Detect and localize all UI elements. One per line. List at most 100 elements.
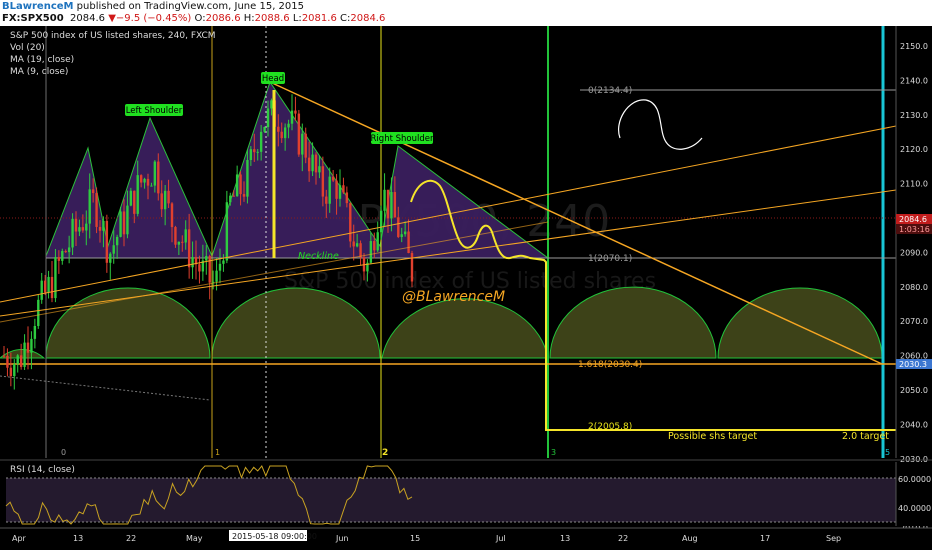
candle-body xyxy=(191,257,194,268)
candle-body xyxy=(112,245,115,254)
fib-label-0: 0(2134.4) xyxy=(588,86,632,96)
price-tick-10: 2050.0 xyxy=(900,386,928,395)
time-tick-3: May xyxy=(186,534,203,543)
candle-body xyxy=(9,367,13,377)
symbol-label[interactable]: FX:SPX500 xyxy=(2,13,64,24)
author-handle: @BLawrenceM xyxy=(402,289,505,305)
price-tick-7: 2080.0 xyxy=(900,283,928,292)
candle-body xyxy=(43,280,47,293)
low-value: 2081.6 xyxy=(301,13,337,24)
legend-vol[interactable]: Vol (20) xyxy=(10,43,45,53)
candle-body xyxy=(126,205,129,235)
price-tick-2: 2130.0 xyxy=(900,111,928,120)
legend-title: S&P 500 index of US listed shares, 240, … xyxy=(10,31,216,41)
cycle-number-5: 5 xyxy=(885,448,890,457)
candle-body xyxy=(218,263,222,271)
time-tick-7: 15 xyxy=(410,534,420,543)
candle-body xyxy=(2,355,6,357)
candle-body xyxy=(157,161,160,194)
candle-body xyxy=(88,189,91,224)
candle-body xyxy=(222,260,225,264)
candle-body xyxy=(91,189,95,194)
candle-body xyxy=(26,342,30,353)
candle-body xyxy=(16,355,19,364)
price-tick-11: 2040.0 xyxy=(900,420,928,429)
right-shoulder-label: Right Shoulder xyxy=(371,134,434,144)
head-label: Head xyxy=(262,74,284,84)
candle-body xyxy=(215,270,218,282)
candle-body xyxy=(23,342,26,367)
price-tick-4: 2110.0 xyxy=(900,180,928,189)
candle-body xyxy=(109,253,112,263)
left-shoulder-label: Left Shoulder xyxy=(126,106,183,116)
cycle-number-2: 2 xyxy=(382,448,388,458)
candle-body xyxy=(54,257,57,299)
time-tick-1: 13 xyxy=(73,534,83,543)
candle-body xyxy=(266,108,270,127)
crosshair-time-label: 2015-05-18 09:00:00 xyxy=(232,532,317,541)
candle-body xyxy=(61,251,64,261)
candle-body xyxy=(160,193,163,210)
candle-body xyxy=(129,190,133,206)
close-label: C: xyxy=(340,13,351,24)
candle-body xyxy=(304,133,307,158)
legend-ma1[interactable]: MA (19, close) xyxy=(10,55,74,65)
author-link[interactable]: BLawrenceM xyxy=(2,1,73,12)
candle-body xyxy=(57,257,61,261)
candle-body xyxy=(297,113,301,155)
candle-body xyxy=(74,218,78,232)
candle-body xyxy=(280,131,283,139)
candle-body xyxy=(277,126,280,132)
candle-body xyxy=(253,149,256,153)
candle-body xyxy=(119,211,122,237)
candle-body xyxy=(146,178,150,186)
price-tick-1: 2140.0 xyxy=(900,76,928,85)
candle-body xyxy=(163,190,167,210)
price-tick-3: 2120.0 xyxy=(900,145,928,154)
time-axis[interactable] xyxy=(0,528,932,550)
candle-body xyxy=(167,190,170,204)
high-label: H: xyxy=(243,13,255,24)
candle-body xyxy=(13,363,16,377)
candle-body xyxy=(290,110,294,124)
open-label: O: xyxy=(194,13,206,24)
candle-body xyxy=(338,185,342,199)
price-tick-0: 2150.0 xyxy=(900,42,928,51)
candle-body xyxy=(400,234,403,237)
candle-body xyxy=(174,227,177,245)
candle-body xyxy=(139,175,143,183)
candle-body xyxy=(256,151,259,153)
candle-body xyxy=(33,325,37,339)
candle-body xyxy=(133,190,136,214)
candle-body xyxy=(153,161,157,186)
candle-body xyxy=(393,192,397,218)
candle-body xyxy=(232,195,235,197)
candle-body xyxy=(184,229,187,243)
chart-canvas[interactable]: SPX500, 240 S&P 500 index of US listed s… xyxy=(0,26,932,550)
time-tick-6: Jun xyxy=(335,534,349,543)
candle-body xyxy=(325,196,328,204)
candle-body xyxy=(301,133,304,155)
candle-body xyxy=(47,276,50,293)
candle-body xyxy=(143,178,146,183)
rsi-legend[interactable]: RSI (14, close) xyxy=(10,465,75,475)
candle-body xyxy=(270,100,273,109)
candle-body xyxy=(181,241,184,243)
down-arrow-icon: ▼ xyxy=(108,13,116,24)
price-tick-6: 2090.0 xyxy=(900,248,928,257)
time-tick-11: Aug xyxy=(682,534,698,543)
candle-body xyxy=(78,227,81,232)
candle-body xyxy=(30,338,33,353)
time-tick-10: 22 xyxy=(618,534,628,543)
candle-body xyxy=(95,193,98,227)
candle-body xyxy=(283,127,287,139)
candle-body xyxy=(376,232,379,251)
candle-body xyxy=(170,203,174,228)
legend-ma2[interactable]: MA (9, close) xyxy=(10,67,68,77)
price-change: −9.5 (−0.45%) xyxy=(115,13,192,24)
candle-body xyxy=(397,217,400,237)
target2-label: 2.0 target xyxy=(842,431,889,442)
candle-body xyxy=(208,256,211,283)
rsi-band xyxy=(6,478,896,522)
time-tick-0: Apr xyxy=(12,534,27,543)
